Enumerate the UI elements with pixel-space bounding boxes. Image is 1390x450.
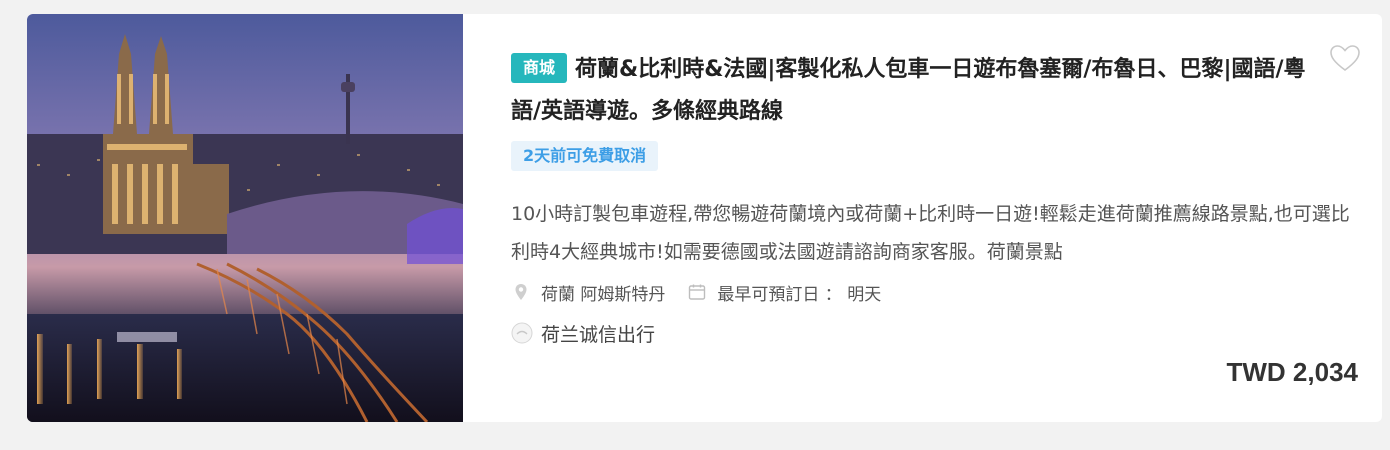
merchant-name[interactable]: 荷兰诚信出行 [541,320,655,347]
product-info: 商城 荷蘭&比利時&法國|客製化私人包車一日遊布魯塞爾/布魯日、巴黎|國語/粵語/… [511,14,1382,422]
product-card[interactable]: 商城 荷蘭&比利時&法國|客製化私人包車一日遊布魯塞爾/布魯日、巴黎|國語/粵語/… [27,14,1382,422]
product-title[interactable]: 商城 荷蘭&比利時&法國|客製化私人包車一日遊布魯塞爾/布魯日、巴黎|國語/粵語/… [511,49,1311,133]
mall-tag: 商城 [511,53,568,83]
calendar-icon [687,282,707,302]
heart-outline-icon[interactable] [1328,42,1362,76]
product-title-text[interactable]: 荷蘭&比利時&法國|客製化私人包車一日遊布魯塞爾/布魯日、巴黎|國語/粵語/英語… [511,57,1306,124]
map-pin-icon [511,282,531,302]
merchant-row[interactable]: 荷兰诚信出行 [511,318,655,348]
product-price: TWD 2,034 [1226,357,1359,387]
location-text: 荷蘭 阿姆斯特丹 [541,284,666,305]
merchant-logo-icon [511,322,533,344]
product-meta: 荷蘭 阿姆斯特丹 最早可預訂日 ： 明天 [511,278,881,306]
earliest-booking-text: 最早可預訂日 ： 明天 [717,284,882,305]
product-thumbnail[interactable] [27,14,463,422]
product-description: 10小時訂製包車遊程,帶您暢遊荷蘭境內或荷蘭+比利時一日遊!輕鬆走進荷蘭推薦線路… [511,203,1350,263]
free-cancel-badge: 2天前可免費取消 [511,141,659,171]
